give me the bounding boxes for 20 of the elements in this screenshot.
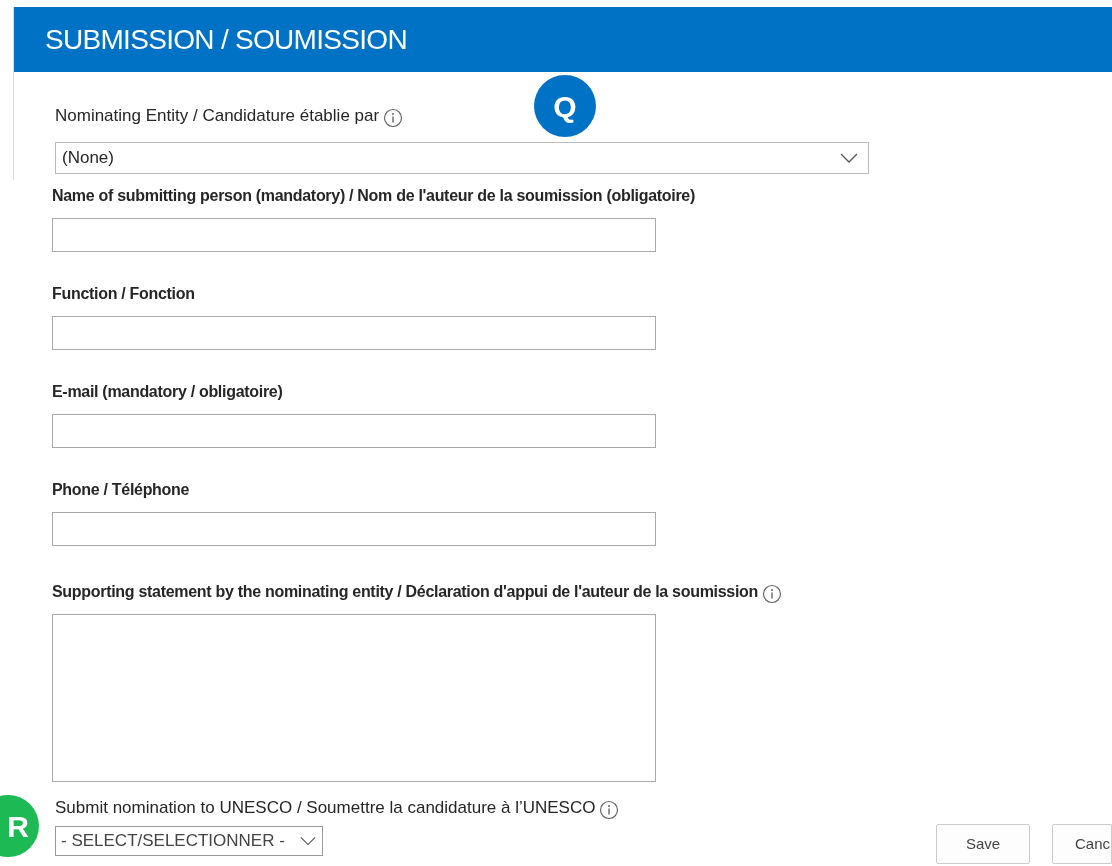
text-input[interactable] [52, 316, 656, 350]
field-label: Phone / Téléphone [52, 480, 190, 500]
marker-badge: R [0, 795, 39, 857]
field-label: Submit nomination to UNESCO / Soumettre la candidature à l’UNESCO [55, 796, 596, 819]
field-label: Nominating Entity / Candidature établie par [55, 104, 380, 127]
submit-select[interactable]: - SELECT/SELECTIONNER - [55, 826, 323, 856]
field-label: Supporting statement by the nominating entity / Déclaration d'appui de l'auteur de la soumission [52, 582, 758, 602]
field-label: E-mail (mandatory / obligatoire) [52, 382, 283, 402]
action-button[interactable]: Save [936, 824, 1030, 864]
marker-badge: Q [534, 75, 596, 137]
nominating-entity-select[interactable]: (None) [55, 142, 869, 174]
field-label: Name of submitting person (mandatory) / Nom de l'auteur de la soumission (obligatoire) [52, 186, 695, 206]
field-label: Function / Fonction [52, 284, 195, 304]
text-input[interactable] [52, 218, 656, 252]
text-input[interactable] [52, 414, 656, 448]
chevron-down-icon [300, 836, 316, 846]
text-input[interactable] [52, 512, 656, 546]
section-title: SUBMISSION / SOUMISSION [45, 22, 407, 57]
action-button[interactable]: Canc [1052, 824, 1112, 864]
chevron-down-icon [840, 153, 858, 163]
